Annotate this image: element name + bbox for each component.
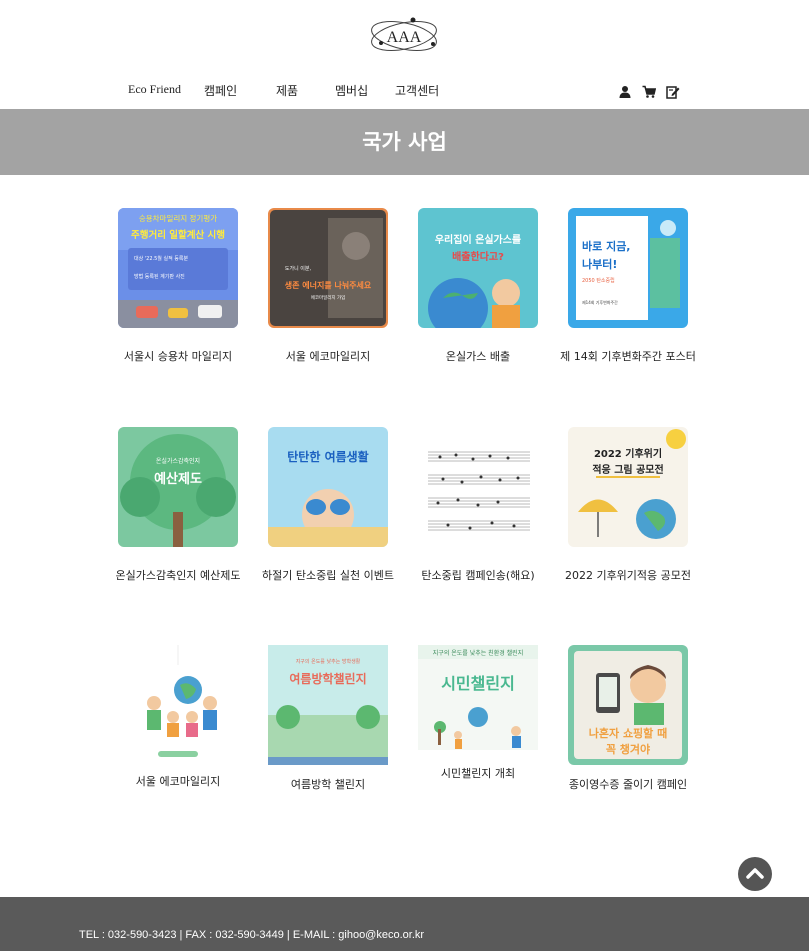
card-thumbnail[interactable]: [118, 645, 238, 765]
svg-text:나부터!: 나부터!: [582, 257, 617, 271]
svg-text:탄탄한 여름생활: 탄탄한 여름생활: [287, 449, 368, 464]
svg-text:도가니 이분,: 도가니 이분,: [285, 265, 312, 272]
nav-eco-friend[interactable]: Eco Friend: [128, 82, 181, 97]
footer-contact: TEL : 032-590-3423 | FAX : 032-590-3449 …: [79, 929, 425, 941]
svg-text:우리집이 온실가스를: 우리집이 온실가스를: [435, 233, 521, 246]
svg-text:시민챌린지: 시민챌린지: [441, 674, 515, 693]
card-thumbnail[interactable]: 지구의 온도를 낮추는 방학생활 여름방학챌린지: [268, 645, 388, 765]
footer: TEL : 032-590-3423 | FAX : 032-590-3449 …: [0, 897, 809, 951]
card-caption[interactable]: 2022 기후위기적응 공모전: [553, 559, 703, 592]
main-nav: Eco Friend 캠페인 제품 멤버십 고객센터: [0, 82, 809, 102]
svg-text:바로 지금,: 바로 지금,: [582, 239, 631, 253]
card-caption[interactable]: 탄소중립 캠페인송(해요): [403, 559, 553, 592]
svg-text:꼭 챙겨야: 꼭 챙겨야: [606, 742, 650, 756]
svg-text:나혼자 쇼핑할 때: 나혼자 쇼핑할 때: [589, 726, 668, 740]
card-thumbnail[interactable]: 나혼자 쇼핑할 때 꼭 챙겨야: [568, 645, 688, 765]
card-thumbnail[interactable]: 우리집이 온실가스를 배출한다고?: [418, 208, 538, 328]
card-caption[interactable]: 하절기 탄소중립 실천 이벤트: [253, 559, 403, 592]
user-icon[interactable]: [618, 84, 632, 98]
svg-text:지구의 온도를 낮추는 방학생활: 지구의 온도를 낮추는 방학생활: [296, 658, 361, 665]
card-thumbnail[interactable]: 지구의 온도를 낮추는 친환경 챌린지 시민챌린지: [418, 645, 538, 750]
svg-text:여름방학챌린지: 여름방학챌린지: [289, 671, 366, 686]
card-thumbnail[interactable]: 바로 지금, 나부터! 2050 탄소중립 제14회 기후변화주간: [568, 208, 688, 328]
card-caption[interactable]: 서울 에코마일리지: [103, 765, 253, 798]
svg-text:대상 '22.5월 실적 등록분: 대상 '22.5월 실적 등록분: [134, 255, 188, 262]
svg-text:에코마일리지 가입: 에코마일리지 가입: [311, 294, 346, 301]
card-caption[interactable]: 종이영수증 줄이기 캠페인: [553, 768, 703, 801]
card-caption[interactable]: 여름방학 챌린지: [253, 768, 403, 801]
cart-icon[interactable]: [642, 84, 657, 98]
nav-customer-center[interactable]: 고객센터: [395, 82, 439, 99]
card-caption[interactable]: 시민챌린지 개최: [403, 757, 553, 790]
svg-text:방법 등록된 계기판 사진: 방법 등록된 계기판 사진: [134, 273, 185, 280]
svg-text:적응 그림 공모전: 적응 그림 공모전: [592, 463, 663, 476]
nav-membership[interactable]: 멤버십: [335, 82, 368, 99]
back-to-top-button[interactable]: [738, 857, 772, 891]
svg-text:2022 기후위기: 2022 기후위기: [594, 447, 662, 460]
svg-text:온실가스감축인지: 온실가스감축인지: [156, 457, 200, 465]
card-thumbnail[interactable]: 도가니 이분, 생존 에너지를 나눠주세요 에코마일리지 가입: [268, 208, 388, 328]
svg-text:예산제도: 예산제도: [154, 471, 202, 487]
card-thumbnail[interactable]: 온실가스감축인지 예산제도: [118, 427, 238, 547]
card-thumbnail[interactable]: 승용차마일리지 정기평가 주행거리 일할계산 시행 대상 '22.5월 실적 등…: [118, 208, 238, 328]
card-thumbnail[interactable]: 탄탄한 여름생활: [268, 427, 388, 547]
logo-text: AAA: [387, 29, 422, 46]
page-title-banner: 국가 사업: [0, 109, 809, 175]
chevron-up-icon: [746, 868, 764, 879]
card-caption[interactable]: 제 14회 기후변화주간 포스터: [553, 340, 703, 373]
card-caption[interactable]: 서울 에코마일리지: [253, 340, 403, 373]
svg-text:생존 에너지를 나눠주세요: 생존 에너지를 나눠주세요: [285, 280, 372, 290]
card-caption[interactable]: 온실가스 배출: [403, 340, 553, 373]
edit-icon[interactable]: [666, 84, 680, 99]
card-thumbnail[interactable]: [418, 427, 538, 547]
svg-text:주행거리 일할계산 시행: 주행거리 일할계산 시행: [131, 229, 225, 241]
page-title: 국가 사업: [362, 130, 447, 154]
svg-text:2050 탄소중립: 2050 탄소중립: [582, 277, 615, 284]
card-thumbnail[interactable]: 2022 기후위기 적응 그림 공모전: [568, 427, 688, 547]
site-logo[interactable]: AAA: [367, 10, 441, 62]
svg-text:배출한다고?: 배출한다고?: [452, 250, 504, 263]
svg-text:제14회 기후변화주간: 제14회 기후변화주간: [582, 299, 618, 305]
svg-text:승용차마일리지 정기평가: 승용차마일리지 정기평가: [139, 213, 217, 223]
nav-products[interactable]: 제품: [276, 82, 298, 99]
svg-text:지구의 온도를 낮추는 친환경 챌린지: 지구의 온도를 낮추는 친환경 챌린지: [433, 649, 523, 657]
card-caption[interactable]: 온실가스감축인지 예산제도: [103, 559, 253, 592]
card-caption[interactable]: 서울시 승용차 마일리지: [103, 340, 253, 373]
nav-campaign[interactable]: 캠페인: [204, 82, 237, 99]
